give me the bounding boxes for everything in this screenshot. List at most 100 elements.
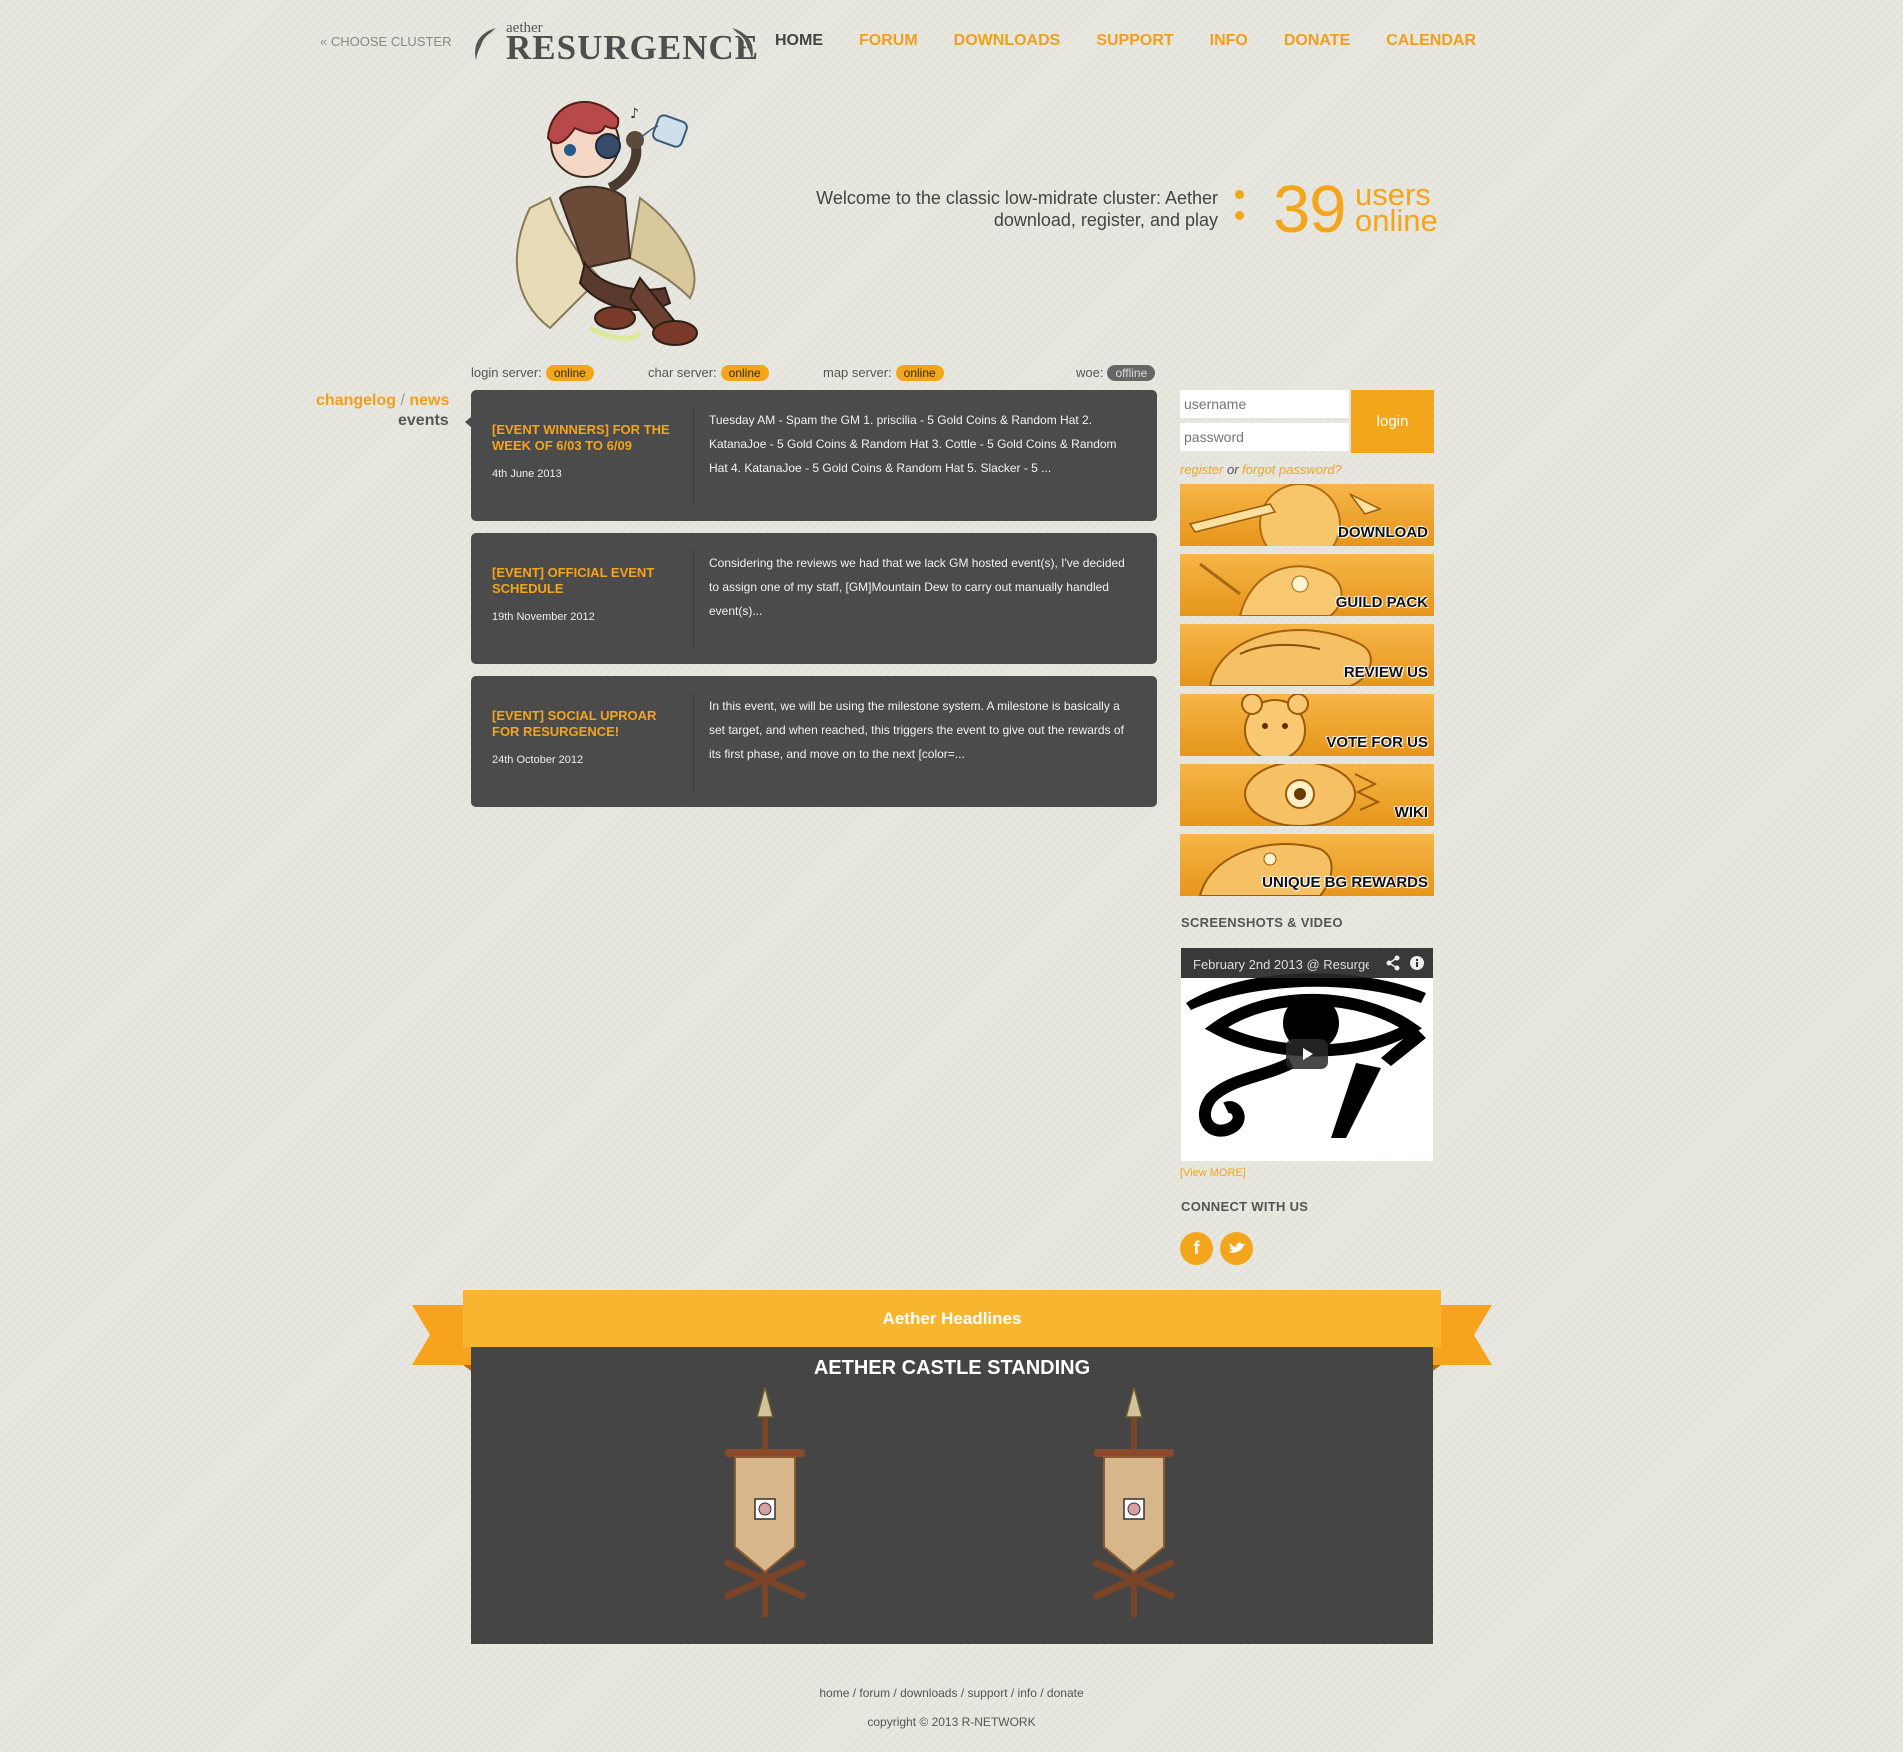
char-server-label: char server: bbox=[648, 365, 717, 380]
castle-standing-panel: AETHER CASTLE STANDING bbox=[471, 1347, 1433, 1644]
banner-label: REVIEW US bbox=[1343, 664, 1428, 681]
twitter-icon[interactable] bbox=[1220, 1232, 1253, 1265]
unique-bg-rewards-banner[interactable]: UNIQUE BG REWARDS bbox=[1180, 834, 1434, 896]
status-badge: online bbox=[895, 365, 944, 381]
forgot-password-link[interactable]: forgot password? bbox=[1242, 462, 1342, 477]
main-nav: HOME FORUM DOWNLOADS SUPPORT INFO DONATE… bbox=[775, 32, 1476, 50]
play-icon bbox=[1303, 1048, 1313, 1060]
wiki-banner[interactable]: WIKI bbox=[1180, 764, 1434, 826]
leaf-left-icon bbox=[475, 28, 496, 60]
nav-calendar[interactable]: CALENDAR bbox=[1386, 32, 1476, 50]
users-online-label: users online bbox=[1355, 179, 1438, 238]
screenshots-video-heading: SCREENSHOTS & VIDEO bbox=[1181, 915, 1343, 930]
banner-label: GUILD PACK bbox=[1335, 594, 1428, 611]
register-forgot-links: register or forgot password? bbox=[1180, 462, 1342, 477]
login-button[interactable]: login bbox=[1351, 390, 1434, 453]
password-input[interactable] bbox=[1180, 423, 1349, 451]
welcome-line-2: download, register, and play bbox=[993, 210, 1218, 230]
status-badge: online bbox=[720, 365, 769, 381]
news-excerpt: Considering the reviews we had that we l… bbox=[709, 556, 1125, 618]
tab-news[interactable]: news bbox=[409, 392, 449, 409]
login-server-label: login server: bbox=[471, 365, 542, 380]
tab-changelog[interactable]: changelog bbox=[316, 392, 396, 409]
colon-separator bbox=[1235, 190, 1245, 232]
footer-link-donate[interactable]: donate bbox=[1047, 1686, 1084, 1700]
play-button[interactable] bbox=[1286, 1039, 1328, 1069]
card-divider bbox=[693, 406, 694, 505]
footer-link-forum[interactable]: forum bbox=[859, 1686, 890, 1700]
status-badge: online bbox=[545, 365, 594, 381]
share-icon[interactable] bbox=[1385, 955, 1401, 971]
site-logo[interactable]: aether RESURGENCE bbox=[470, 18, 760, 67]
svg-text:♪: ♪ bbox=[630, 106, 639, 122]
copyright-text: copyright © 2013 R-NETWORK bbox=[867, 1715, 1036, 1729]
status-badge: offline bbox=[1107, 365, 1156, 381]
nav-downloads[interactable]: DOWNLOADS bbox=[954, 32, 1061, 50]
download-banner[interactable]: DOWNLOAD bbox=[1180, 484, 1434, 546]
facebook-icon[interactable]: f bbox=[1180, 1232, 1213, 1265]
footer-link-support[interactable]: support bbox=[968, 1686, 1008, 1700]
banner-label: VOTE FOR US bbox=[1326, 734, 1428, 751]
video-title-bar: February 2nd 2013 @ Resurgence bbox=[1181, 948, 1433, 978]
username-input[interactable] bbox=[1180, 390, 1349, 418]
connect-heading: CONNECT WITH US bbox=[1181, 1199, 1309, 1214]
welcome-line-1: Welcome to the classic low-midrate clust… bbox=[816, 188, 1218, 208]
leaf-right-icon bbox=[732, 28, 753, 60]
news-card[interactable]: [EVENT WINNERS] FOR THE WEEK OF 6/03 TO … bbox=[471, 390, 1157, 521]
news-date: 24th October 2012 bbox=[492, 754, 584, 766]
news-title[interactable]: [EVENT WINNERS] FOR THE WEEK OF 6/03 TO … bbox=[492, 422, 672, 454]
char-server-status: char server: online bbox=[648, 365, 769, 381]
double-chevron-left-icon: « bbox=[320, 34, 328, 49]
headlines-ribbon-title: Aether Headlines bbox=[882, 1309, 1022, 1328]
nav-forum[interactable]: FORUM bbox=[859, 32, 918, 50]
news-card[interactable]: [EVENT] OFFICIAL EVENT SCHEDULE 19th Nov… bbox=[471, 533, 1157, 664]
news-title[interactable]: [EVENT] SOCIAL UPROAR FOR RESURGENCE! bbox=[492, 708, 672, 740]
vote-for-us-banner[interactable]: VOTE FOR US bbox=[1180, 694, 1434, 756]
map-server-label: map server: bbox=[823, 365, 892, 380]
video-player[interactable]: February 2nd 2013 @ Resurgence bbox=[1181, 948, 1433, 1161]
register-link[interactable]: register bbox=[1180, 462, 1223, 477]
banner-label: WIKI bbox=[1394, 804, 1428, 821]
nav-support[interactable]: SUPPORT bbox=[1096, 32, 1173, 50]
nav-home[interactable]: HOME bbox=[775, 32, 823, 50]
review-us-banner[interactable]: REVIEW US bbox=[1180, 624, 1434, 686]
or-text: or bbox=[1226, 462, 1239, 477]
welcome-text: Welcome to the classic low-midrate clust… bbox=[798, 187, 1218, 231]
info-icon[interactable] bbox=[1409, 955, 1425, 971]
users-online-count: 39 bbox=[1273, 172, 1347, 247]
footer-link-home[interactable]: home bbox=[819, 1686, 849, 1700]
hero-character-image: ♪ bbox=[515, 100, 698, 346]
news-card[interactable]: [EVENT] SOCIAL UPROAR FOR RESURGENCE! 24… bbox=[471, 676, 1157, 807]
guild-flag-icon bbox=[1092, 1387, 1176, 1617]
login-server-status: login server: online bbox=[471, 365, 594, 381]
card-divider bbox=[693, 549, 694, 648]
castle-standing-title: AETHER CASTLE STANDING bbox=[813, 1357, 1091, 1379]
footer-link-downloads[interactable]: downloads bbox=[900, 1686, 957, 1700]
footer-nav: home / forum / downloads / support / inf… bbox=[819, 1686, 1084, 1700]
guild-pack-banner[interactable]: GUILD PACK bbox=[1180, 554, 1434, 616]
twitter-bird-icon bbox=[1229, 1242, 1246, 1253]
news-title[interactable]: [EVENT] OFFICIAL EVENT SCHEDULE bbox=[492, 565, 672, 597]
news-excerpt: In this event, we will be using the mile… bbox=[709, 699, 1124, 761]
card-divider bbox=[693, 692, 694, 791]
view-more-link[interactable]: [View MORE] bbox=[1180, 1167, 1246, 1179]
nav-info[interactable]: INFO bbox=[1210, 32, 1248, 50]
login-form: login bbox=[1180, 390, 1434, 453]
news-excerpt: Tuesday AM - Spam the GM 1. priscilia - … bbox=[709, 413, 1117, 475]
guild-flag-icon bbox=[723, 1387, 807, 1617]
online-label: online bbox=[1355, 203, 1438, 238]
logo-big-text: RESURGENCE bbox=[506, 28, 760, 67]
map-server-status: map server: online bbox=[823, 365, 944, 381]
news-date: 4th June 2013 bbox=[492, 468, 562, 480]
woe-label: woe: bbox=[1076, 365, 1104, 380]
banner-label: UNIQUE BG REWARDS bbox=[1262, 874, 1428, 891]
nav-donate[interactable]: DONATE bbox=[1284, 32, 1350, 50]
tab-separator: / bbox=[400, 392, 405, 409]
tab-events[interactable]: events bbox=[398, 412, 449, 430]
footer-link-info[interactable]: info bbox=[1018, 1686, 1037, 1700]
choose-cluster-link[interactable]: « CHOOSE CLUSTER bbox=[320, 34, 452, 49]
news-date: 19th November 2012 bbox=[492, 611, 595, 623]
headlines-ribbon: Aether Headlines bbox=[463, 1290, 1441, 1347]
banner-label: DOWNLOAD bbox=[1338, 524, 1428, 541]
video-title[interactable]: February 2nd 2013 @ Resurgence bbox=[1193, 957, 1369, 972]
